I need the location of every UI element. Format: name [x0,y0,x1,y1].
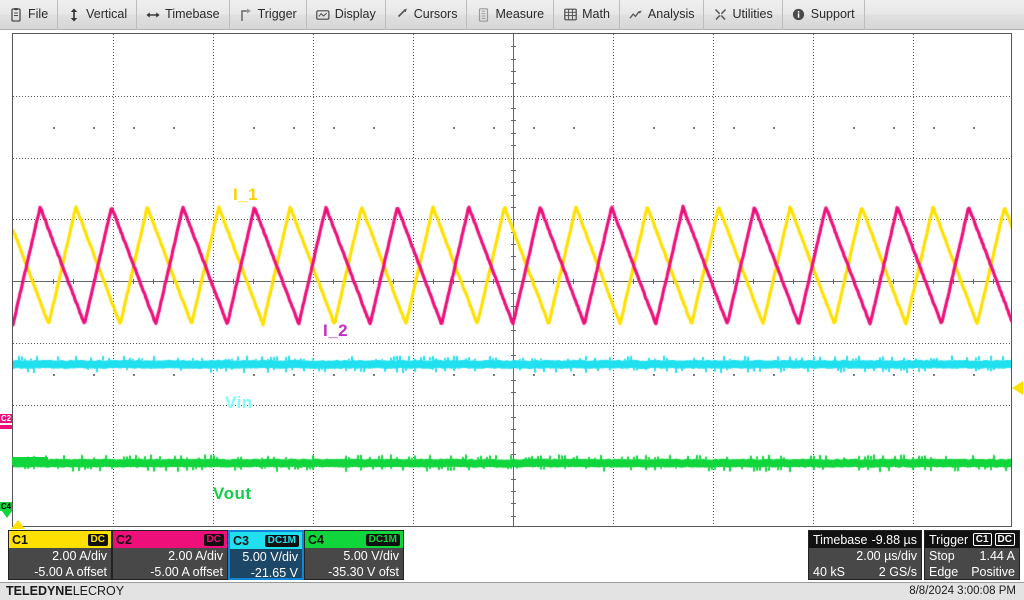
menu-item-label: Analysis [648,8,695,21]
channel-descriptor-c1[interactable]: C1 DC 2.00 A/div -5.00 A offset [8,530,112,580]
timebase-sample-rate: 2 GS/s [879,564,917,580]
offset-arrow-c4 [2,511,12,518]
math-grid-icon [563,8,577,22]
menu-item-measure[interactable]: Measure [467,0,554,30]
menu-item-support[interactable]: Support [783,0,865,30]
channel-coupling-badge[interactable]: DC1M [265,535,299,547]
menu-item-trigger[interactable]: Trigger [230,0,307,30]
menu-item-timebase[interactable]: Timebase [137,0,229,30]
waveform-label-i_1: I_1 [233,185,258,205]
menu-item-analysis[interactable]: Analysis [620,0,705,30]
menu-item-vertical[interactable]: Vertical [58,0,137,30]
display-screen-icon [316,8,330,22]
channel-descriptor-c3[interactable]: C3DC1M5.00 V/div-21.65 V ofst [228,530,304,580]
timebase-title: Timebase [813,533,867,547]
waveform-graticule[interactable]: I_1 I_2 Vin Vout [12,33,1012,527]
brand-logo: TELEDYNELECROY [6,584,124,598]
channel-offset[interactable]: -5.00 A offset [9,564,111,580]
channel-name: C4 [308,533,324,547]
file-icon [9,8,23,22]
offset-bar-c4[interactable] [12,457,48,465]
utilities-tools-icon [713,8,727,22]
trigger-source-badge[interactable]: C1 [973,533,992,546]
menu-item-label: Timebase [165,8,219,21]
waveform-label-vin: Vin [225,393,253,413]
channel-header[interactable]: C2 DC [113,531,227,548]
timebase-delay: -9.88 µs [872,533,917,547]
trigger-descriptor[interactable]: Trigger C1 DC Stop 1.44 A Edge Positive [924,530,1020,580]
menu-item-label: Utilities [732,8,772,21]
trigger-slope: Positive [971,564,1015,580]
channel-name: C2 [116,533,132,547]
trigger-level: 1.44 A [980,548,1015,564]
trigger-state-row[interactable]: Stop 1.44 A [925,548,1019,564]
trigger-coupling-badge[interactable]: DC [995,533,1015,546]
trigger-delay-marker[interactable] [11,520,25,529]
timebase-scale-row[interactable]: 2.00 µs/div [809,548,921,564]
channel-coupling-badge[interactable]: DC [88,534,108,546]
menu-item-label: Trigger [258,8,297,21]
menu-item-label: Vertical [86,8,127,21]
channel-header[interactable]: C1 DC [9,531,111,548]
menu-item-label: Support [811,8,855,21]
menu-item-label: Math [582,8,610,21]
menu-item-display[interactable]: Display [307,0,386,30]
menu-item-label: File [28,8,48,21]
timebase-header[interactable]: Timebase -9.88 µs [809,531,921,548]
trigger-type: Edge [929,564,958,580]
waveform-traces [13,34,1012,527]
timebase-scale: 2.00 µs/div [856,548,917,564]
channel-header[interactable]: C4 DC1M [305,531,403,548]
main-menu-bar: File Vertical Timebase Trigger Display Cursor… [0,0,1024,30]
channel-name: C3 [233,534,249,548]
trigger-title: Trigger [929,533,968,547]
menu-item-label: Cursors [414,8,458,21]
channel-descriptor-c2[interactable]: C2 DC 2.00 A/div -5.00 A offset [112,530,228,580]
descriptor-bar: C1 DC 2.00 A/div -5.00 A offset C2 DC 2.00 A/d… [0,530,1024,582]
oscilloscope-screen: File Vertical Timebase Trigger Display Cursor… [0,0,1024,600]
horizontal-arrows-icon [146,8,160,22]
analysis-waveform-icon [629,8,643,22]
offset-bar-c2[interactable] [0,425,12,429]
channel-volts-per-div[interactable]: 5.00 V/div [230,549,302,565]
channel-marker-c2[interactable]: C2 [0,414,12,423]
menu-item-label: Display [335,8,376,21]
menu-item-math[interactable]: Math [554,0,620,30]
timebase-acq-row[interactable]: 40 kS 2 GS/s [809,564,921,580]
waveform-label-i_2: I_2 [323,321,348,341]
channel-volts-per-div[interactable]: 2.00 A/div [9,548,111,564]
channel-coupling-badge[interactable]: DC [204,534,224,546]
channel-header[interactable]: C3 DC1M [230,532,302,549]
channel-descriptor-c4[interactable]: C4 DC1M 5.00 V/div -35.30 V ofst [304,530,404,580]
channel-offset[interactable]: -5.00 A offset [113,564,227,580]
waveform-label-vout: Vout [213,484,252,504]
trigger-type-row[interactable]: Edge Positive [925,564,1019,580]
menu-item-file[interactable]: File [0,0,58,30]
brand-teledyne: TELEDYNE [6,584,73,598]
menu-item-label: Measure [495,8,544,21]
trigger-slope-icon [239,8,253,22]
cursor-arrow-icon [395,8,409,22]
vertical-arrows-icon [67,8,81,22]
timebase-descriptor[interactable]: Timebase -9.88 µs 2.00 µs/div 40 kS 2 GS/s [808,530,922,580]
measure-list-icon [476,8,490,22]
channel-name: C1 [12,533,28,547]
timebase-samples: 40 kS [813,564,845,580]
channel-coupling-badge[interactable]: DC1M [366,534,400,546]
timestamp: 8/8/2024 3:00:08 PM [909,585,1016,597]
trigger-header[interactable]: Trigger C1 DC [925,531,1019,548]
menu-item-cursors[interactable]: Cursors [386,0,468,30]
menu-item-utilities[interactable]: Utilities [704,0,782,30]
channel-volts-per-div[interactable]: 5.00 V/div [305,548,403,564]
brand-lecroy: LECROY [73,584,124,598]
channel-offset[interactable]: -35.30 V ofst [305,564,403,580]
trigger-level-marker[interactable] [1012,381,1023,395]
trigger-state: Stop [929,548,955,564]
status-footer: TELEDYNELECROY 8/8/2024 3:00:08 PM [0,582,1024,600]
support-info-icon [792,8,806,22]
channel-volts-per-div[interactable]: 2.00 A/div [113,548,227,564]
channel-marker-c4[interactable]: C4 [0,502,12,511]
